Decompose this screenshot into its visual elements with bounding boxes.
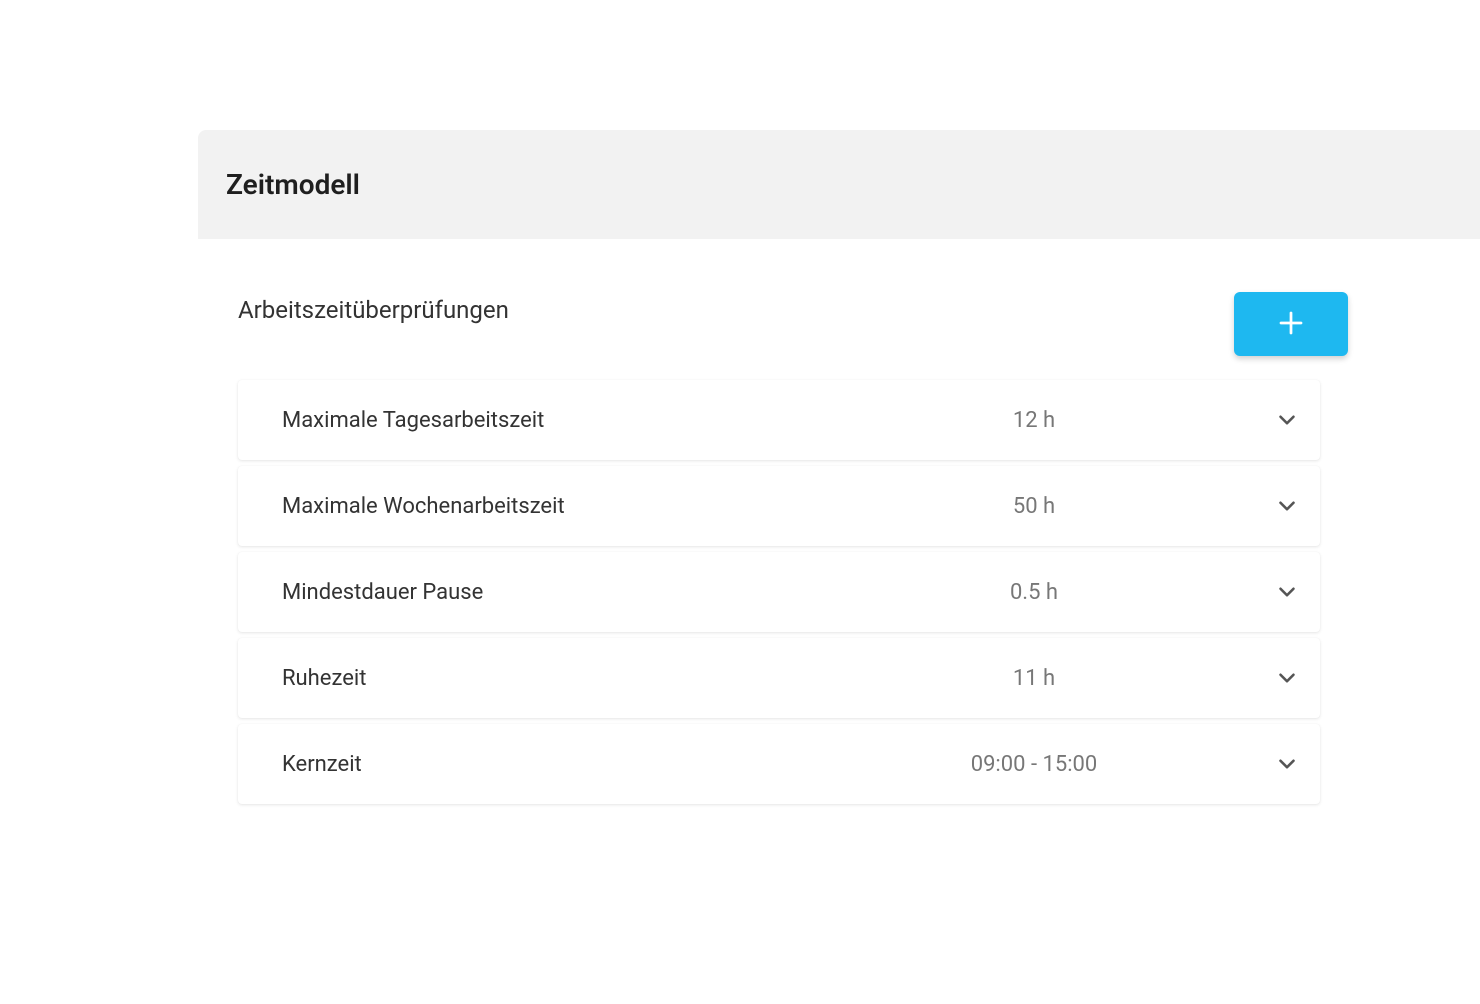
chevron-down-icon bbox=[1274, 579, 1300, 605]
chevron-down-icon bbox=[1274, 493, 1300, 519]
section-title: Arbeitszeitüberprüfungen bbox=[238, 292, 509, 324]
row-value: 12 h bbox=[964, 408, 1104, 433]
chevron-down-icon bbox=[1274, 407, 1300, 433]
row-label: Maximale Wochenarbeitszeit bbox=[282, 494, 964, 519]
panel-header: Zeitmodell bbox=[198, 130, 1480, 239]
page-title: Zeitmodell bbox=[226, 168, 1480, 201]
row-core-time[interactable]: Kernzeit 09:00 - 15:00 bbox=[238, 724, 1320, 804]
row-value: 50 h bbox=[964, 494, 1104, 519]
row-value: 11 h bbox=[964, 666, 1104, 691]
row-value: 09:00 - 15:00 bbox=[964, 752, 1104, 777]
chevron-down-icon bbox=[1274, 751, 1300, 777]
row-max-daily-worktime[interactable]: Maximale Tagesarbeitszeit 12 h bbox=[238, 380, 1320, 460]
row-rest-time[interactable]: Ruhezeit 11 h bbox=[238, 638, 1320, 718]
section-header: Arbeitszeitüberprüfungen bbox=[238, 292, 1320, 356]
row-label: Ruhezeit bbox=[282, 666, 964, 691]
row-max-weekly-worktime[interactable]: Maximale Wochenarbeitszeit 50 h bbox=[238, 466, 1320, 546]
row-label: Maximale Tagesarbeitszeit bbox=[282, 408, 964, 433]
row-label: Mindestdauer Pause bbox=[282, 580, 964, 605]
row-min-break-duration[interactable]: Mindestdauer Pause 0.5 h bbox=[238, 552, 1320, 632]
section-worktime-checks: Arbeitszeitüberprüfungen Maximale Tagesa… bbox=[238, 292, 1320, 804]
rows-container: Maximale Tagesarbeitszeit 12 h Maximale … bbox=[238, 380, 1320, 804]
add-button[interactable] bbox=[1234, 292, 1348, 356]
chevron-down-icon bbox=[1274, 665, 1300, 691]
row-label: Kernzeit bbox=[282, 752, 964, 777]
row-value: 0.5 h bbox=[964, 580, 1104, 605]
plus-icon bbox=[1276, 308, 1306, 341]
